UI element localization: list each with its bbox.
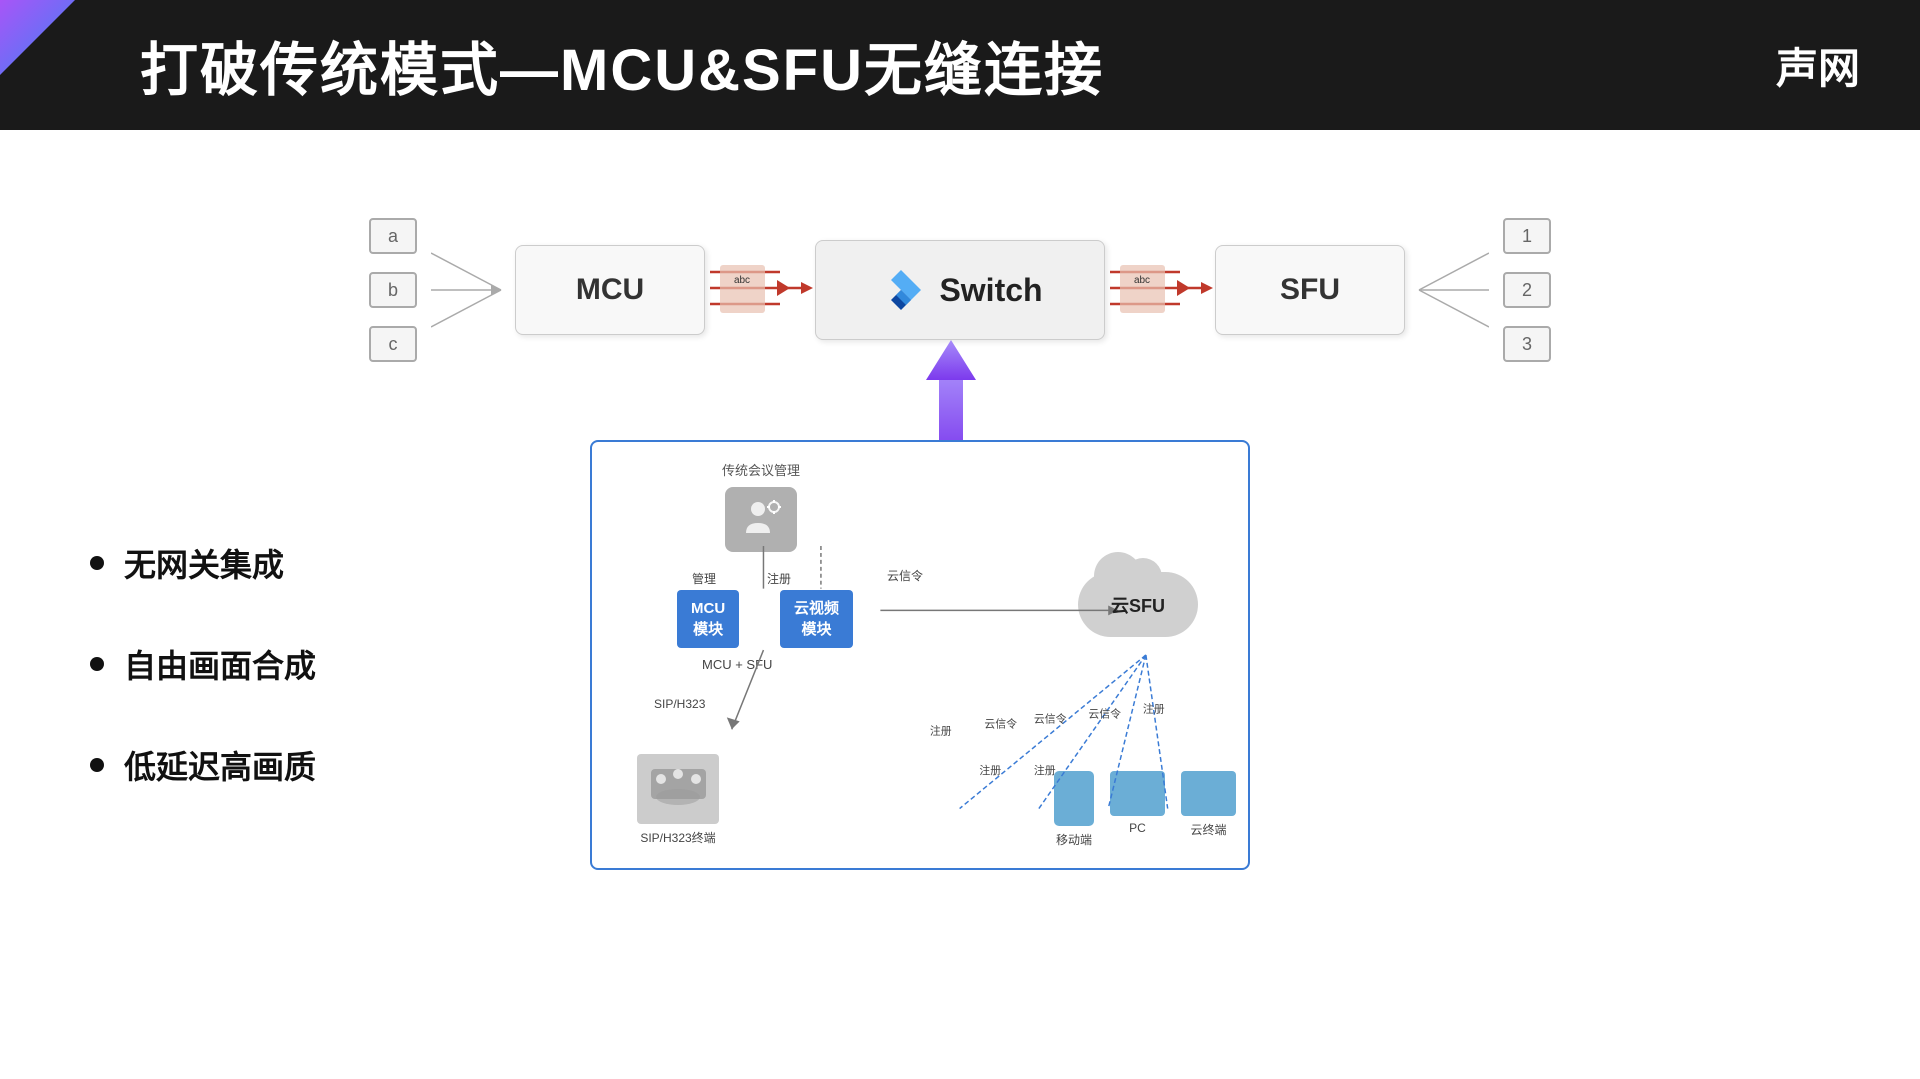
register-text: 注册: [767, 570, 791, 587]
nodes-right: 1 2 3: [1503, 218, 1551, 362]
mobile-label: 移动端: [1054, 831, 1094, 848]
bullet-dot-1: [90, 556, 104, 570]
bullet-dot-3: [90, 758, 104, 772]
sip-terminal-label: SIP/H323终端: [637, 829, 719, 846]
mcu-to-switch-arrow: abc: [705, 250, 815, 330]
mobile-icon: [1054, 771, 1094, 826]
mcu-sfu-label: MCU + SFU: [702, 657, 772, 672]
mcu-box: MCU: [515, 245, 705, 335]
pc-icon: [1110, 771, 1165, 816]
cloud-signal-label: 云信令: [887, 567, 923, 584]
mcu-module: MCU 模块: [677, 590, 739, 648]
cloud-sfu-shape: 云SFU: [1078, 572, 1198, 637]
bullet-dot-2: [90, 657, 104, 671]
left-lines-svg: [431, 235, 511, 345]
bottom-diagram: 传统会议管理 MCU: [590, 440, 1250, 870]
internal-diagram: 传统会议管理 MCU: [592, 442, 1248, 868]
svg-text:云信令: 云信令: [1088, 706, 1121, 720]
bullet-item-1: 无网关集成: [90, 540, 316, 586]
svg-text:云信令: 云信令: [984, 716, 1017, 730]
svg-text:abc: abc: [1134, 275, 1150, 286]
sip-terminal: SIP/H323终端: [637, 754, 719, 846]
pc-device: PC: [1110, 771, 1165, 848]
mgmt-text: 管理: [692, 570, 716, 587]
node-a: a: [369, 218, 417, 254]
switch-box: Switch: [815, 240, 1105, 340]
mobile-device: 移动端: [1054, 771, 1094, 848]
nodes-left: a b c: [369, 218, 417, 362]
terminal-svg: [646, 759, 711, 819]
svg-text:注册: 注册: [979, 763, 1001, 777]
node-b: b: [369, 272, 417, 308]
node-1: 1: [1503, 218, 1551, 254]
svg-text:abc: abc: [734, 275, 750, 286]
logo-triangle: [0, 0, 75, 75]
cloud-sfu-label: 云SFU: [1111, 592, 1165, 618]
cloud-sfu-area: 云SFU: [1078, 572, 1198, 657]
page-title: 打破传统模式—MCU&SFU无缝连接: [140, 23, 1104, 107]
cloud-terminal-label: 云终端: [1181, 821, 1236, 838]
switch-label: Switch: [939, 272, 1042, 309]
mgmt-icon-svg: [736, 495, 786, 545]
right-lines-svg: [1409, 235, 1489, 345]
switch-logo-icon: [877, 266, 925, 314]
bullet-text-1: 无网关集成: [124, 540, 284, 586]
conf-mgmt-area: 传统会议管理: [722, 460, 800, 552]
svg-text:注册: 注册: [1143, 701, 1165, 715]
node-2: 2: [1503, 272, 1551, 308]
terminal-icon: [637, 754, 719, 824]
pc-label: PC: [1110, 821, 1165, 835]
svg-text:注册: 注册: [1034, 763, 1056, 777]
sfu-box: SFU: [1215, 245, 1405, 335]
cloud-video-module: 云视频 模块: [780, 590, 853, 648]
bullet-item-2: 自由画面合成: [90, 641, 316, 687]
bullet-points: 无网关集成 自由画面合成 低延迟高画质: [90, 540, 316, 788]
bullet-item-3: 低延迟高画质: [90, 742, 316, 788]
cloud-terminal-icon: [1181, 771, 1236, 816]
cloud-terminal-device: 云终端: [1181, 771, 1236, 848]
switch-to-sfu-arrow: abc: [1105, 250, 1215, 330]
svg-text:注册: 注册: [930, 723, 952, 737]
bullet-text-3: 低延迟高画质: [124, 742, 316, 788]
end-devices: 移动端 PC 云终端: [1054, 771, 1236, 848]
main-content: a b c MCU abc: [0, 130, 1920, 1079]
brand-name: 声网: [1776, 35, 1860, 96]
conf-mgmt-label: 传统会议管理: [722, 460, 800, 479]
node-3: 3: [1503, 326, 1551, 362]
svg-text:云信令: 云信令: [1034, 711, 1067, 725]
sip-h323-label: SIP/H323: [654, 697, 705, 711]
conf-mgmt-icon: [725, 487, 797, 552]
node-c: c: [369, 326, 417, 362]
bullet-text-2: 自由画面合成: [124, 641, 316, 687]
header: 打破传统模式—MCU&SFU无缝连接 声网: [0, 0, 1920, 130]
